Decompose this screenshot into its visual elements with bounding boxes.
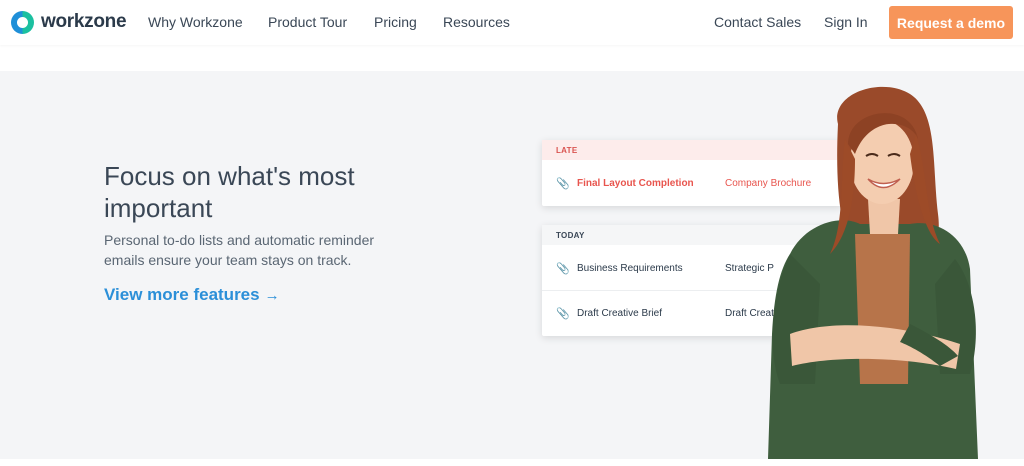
nav-resources[interactable]: Resources <box>443 14 510 30</box>
view-more-features-link[interactable]: View more features → <box>104 285 280 305</box>
logo-wordmark: workzone <box>41 11 127 32</box>
hero-subtext: Personal to-do lists and automatic remin… <box>104 232 375 268</box>
request-demo-button[interactable]: Request a demo <box>889 6 1013 39</box>
logo-ring-icon <box>11 10 34 34</box>
top-navbar: workzone Why Workzone Product Tour Prici… <box>0 0 1024 45</box>
workzone-logo[interactable]: workzone <box>11 10 127 34</box>
view-more-features-label: View more features <box>104 285 260 304</box>
task-name: Final Layout Completion <box>577 177 694 189</box>
paperclip-icon: 📎 <box>556 177 570 190</box>
nav-sign-in[interactable]: Sign In <box>824 14 868 30</box>
nav-product-tour[interactable]: Product Tour <box>268 14 347 30</box>
task-name: Draft Creative Brief <box>577 307 663 319</box>
nav-contact-sales[interactable]: Contact Sales <box>714 14 801 30</box>
smiling-woman-photo <box>768 86 978 459</box>
paperclip-icon: 📎 <box>556 262 570 275</box>
hero-headline: Focus on what's most important <box>104 161 355 223</box>
nav-pricing[interactable]: Pricing <box>374 14 417 30</box>
paperclip-icon: 📎 <box>556 307 570 320</box>
task-name: Business Requirements <box>577 262 683 274</box>
arrow-right-icon: → <box>264 286 280 304</box>
nav-why-workzone[interactable]: Why Workzone <box>148 14 243 30</box>
